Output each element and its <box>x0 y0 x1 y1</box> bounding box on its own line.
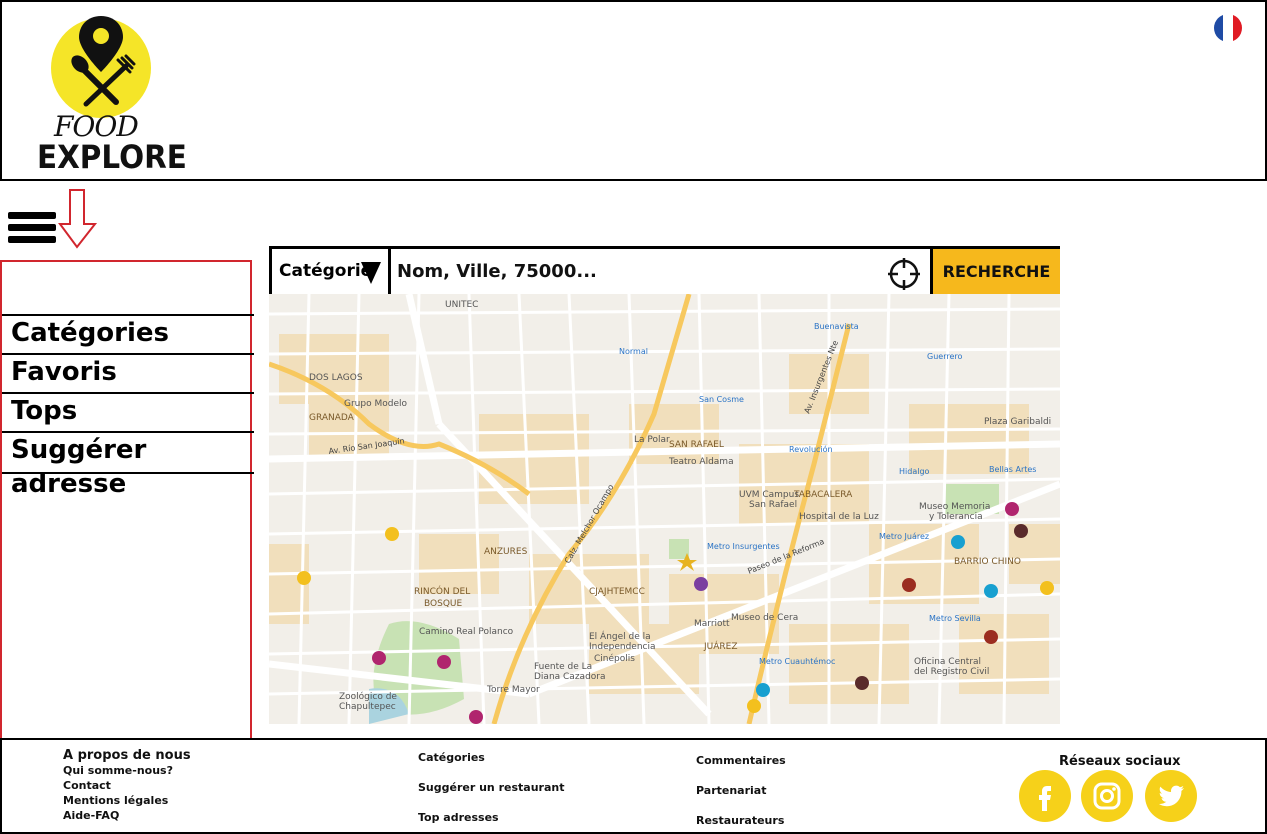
svg-text:Metro Sevilla: Metro Sevilla <box>929 614 981 623</box>
city-map[interactable]: DOS LAGOS GRANADA SAN RAFAEL TABACALERA … <box>269 294 1060 724</box>
svg-text:Fuente de La: Fuente de La <box>534 662 592 672</box>
caret-down-icon <box>361 262 381 284</box>
site-header: FOOD EXPLORE <box>0 0 1267 181</box>
svg-text:Normal: Normal <box>619 347 648 356</box>
svg-text:Grupo Modelo: Grupo Modelo <box>344 399 407 409</box>
footer-link-top-adresses[interactable]: Top adresses <box>418 811 499 824</box>
footer-link-restaurateurs[interactable]: Restaurateurs <box>696 814 784 827</box>
down-arrow-icon <box>58 189 98 249</box>
svg-text:Diana Cazadora: Diana Cazadora <box>534 672 606 682</box>
svg-text:Teatro Aldama: Teatro Aldama <box>668 457 734 467</box>
category-select[interactable]: Catégorie <box>272 249 391 294</box>
svg-text:UVM Campus: UVM Campus <box>739 490 799 500</box>
footer-link-partenariat[interactable]: Partenariat <box>696 784 766 797</box>
svg-text:y Tolerancia: y Tolerancia <box>929 512 983 522</box>
footer-social-title: Réseaux sociaux <box>1059 754 1181 769</box>
svg-text:Hidalgo: Hidalgo <box>899 467 930 476</box>
sidebar-item-suggerer-adresse[interactable]: Suggérer adresse <box>2 431 254 499</box>
search-button[interactable]: RECHERCHE <box>930 249 1060 294</box>
hamburger-menu-icon[interactable] <box>8 212 56 256</box>
svg-text:Independencia: Independencia <box>589 642 655 652</box>
svg-text:del Registro Civil: del Registro Civil <box>914 667 989 677</box>
svg-text:Metro Insurgentes: Metro Insurgentes <box>707 542 780 551</box>
svg-text:JUÁREZ: JUÁREZ <box>703 640 738 652</box>
footer-link-contact[interactable]: Contact <box>63 778 191 793</box>
svg-text:Revolución: Revolución <box>789 444 833 454</box>
svg-text:San Rafael: San Rafael <box>749 500 797 510</box>
logo-text-explore: EXPLORE <box>37 138 187 176</box>
map-canvas[interactable]: DOS LAGOS GRANADA SAN RAFAEL TABACALERA … <box>269 294 1060 724</box>
menu-divider <box>2 472 254 474</box>
svg-text:BARRIO CHINO: BARRIO CHINO <box>954 557 1021 567</box>
instagram-icon[interactable] <box>1081 770 1133 822</box>
svg-text:Metro Juárez: Metro Juárez <box>879 532 929 541</box>
svg-text:UNITEC: UNITEC <box>445 300 478 310</box>
footer-link-commentaires[interactable]: Commentaires <box>696 754 786 767</box>
svg-text:Hospital de la Luz: Hospital de la Luz <box>799 512 879 522</box>
crosshair-icon[interactable] <box>888 258 920 290</box>
svg-text:Camino Real Polanco: Camino Real Polanco <box>419 627 514 637</box>
svg-text:Oficina Central: Oficina Central <box>914 657 981 667</box>
footer-link-mentions-legales[interactable]: Mentions légales <box>63 793 191 808</box>
svg-text:Torre Mayor: Torre Mayor <box>486 685 540 695</box>
svg-text:Guerrero: Guerrero <box>927 352 962 361</box>
svg-text:Metro Cuauhtémoc: Metro Cuauhtémoc <box>759 656 835 666</box>
svg-text:Bellas Artes: Bellas Artes <box>989 465 1036 474</box>
svg-text:ANZURES: ANZURES <box>484 547 528 557</box>
sidebar-item-categories[interactable]: Catégories <box>2 314 254 352</box>
site-footer: A propos de nous Qui somme-nous? Contact… <box>0 738 1267 834</box>
footer-col-about: A propos de nous Qui somme-nous? Contact… <box>63 748 191 823</box>
svg-text:Marriott: Marriott <box>694 619 730 629</box>
food-explore-logo[interactable]: FOOD EXPLORE <box>32 14 187 176</box>
svg-text:Museo de Cera: Museo de Cera <box>731 613 798 623</box>
fr-flag-icon[interactable] <box>1214 14 1242 42</box>
svg-text:RINCÓN DEL: RINCÓN DEL <box>414 585 470 597</box>
svg-text:Zoológico de: Zoológico de <box>339 691 397 702</box>
footer-about-title: A propos de nous <box>63 748 191 763</box>
svg-text:Cinépolis: Cinépolis <box>594 653 635 664</box>
category-select-label: Catégorie <box>279 261 373 281</box>
svg-text:GRANADA: GRANADA <box>309 413 355 423</box>
sidebar-item-favoris[interactable]: Favoris <box>2 353 254 391</box>
svg-text:El Ángel de la: El Ángel de la <box>589 630 651 642</box>
svg-text:BOSQUE: BOSQUE <box>424 599 462 609</box>
svg-text:La Polar: La Polar <box>634 435 670 445</box>
svg-text:Buenavista: Buenavista <box>814 322 859 331</box>
svg-text:CJAJHTEMCC: CJAJHTEMCC <box>589 587 645 597</box>
svg-text:TABACALERA: TABACALERA <box>793 490 853 500</box>
twitter-icon[interactable] <box>1145 770 1197 822</box>
svg-text:San Cosme: San Cosme <box>699 395 744 404</box>
footer-link-categories[interactable]: Catégories <box>418 751 485 764</box>
logo-pin-icon <box>51 16 151 118</box>
search-input[interactable] <box>397 249 877 294</box>
facebook-icon[interactable] <box>1019 770 1071 822</box>
svg-text:DOS LAGOS: DOS LAGOS <box>309 373 363 383</box>
search-bar: Catégorie RECHERCHE <box>269 246 1060 294</box>
sidebar-menu: Catégories Favoris Tops Suggérer adresse <box>0 260 254 740</box>
svg-text:SAN RAFAEL: SAN RAFAEL <box>669 440 724 450</box>
footer-link-aide-faq[interactable]: Aide-FAQ <box>63 808 191 823</box>
svg-text:Chapultepec: Chapultepec <box>339 702 396 712</box>
svg-text:Museo Memoria: Museo Memoria <box>919 502 990 512</box>
svg-text:Plaza Garibaldi: Plaza Garibaldi <box>984 417 1051 427</box>
sidebar-item-tops[interactable]: Tops <box>2 392 254 430</box>
footer-link-qui-sommes-nous[interactable]: Qui somme-nous? <box>63 763 191 778</box>
footer-link-suggerer-restaurant[interactable]: Suggérer un restaurant <box>418 781 564 794</box>
